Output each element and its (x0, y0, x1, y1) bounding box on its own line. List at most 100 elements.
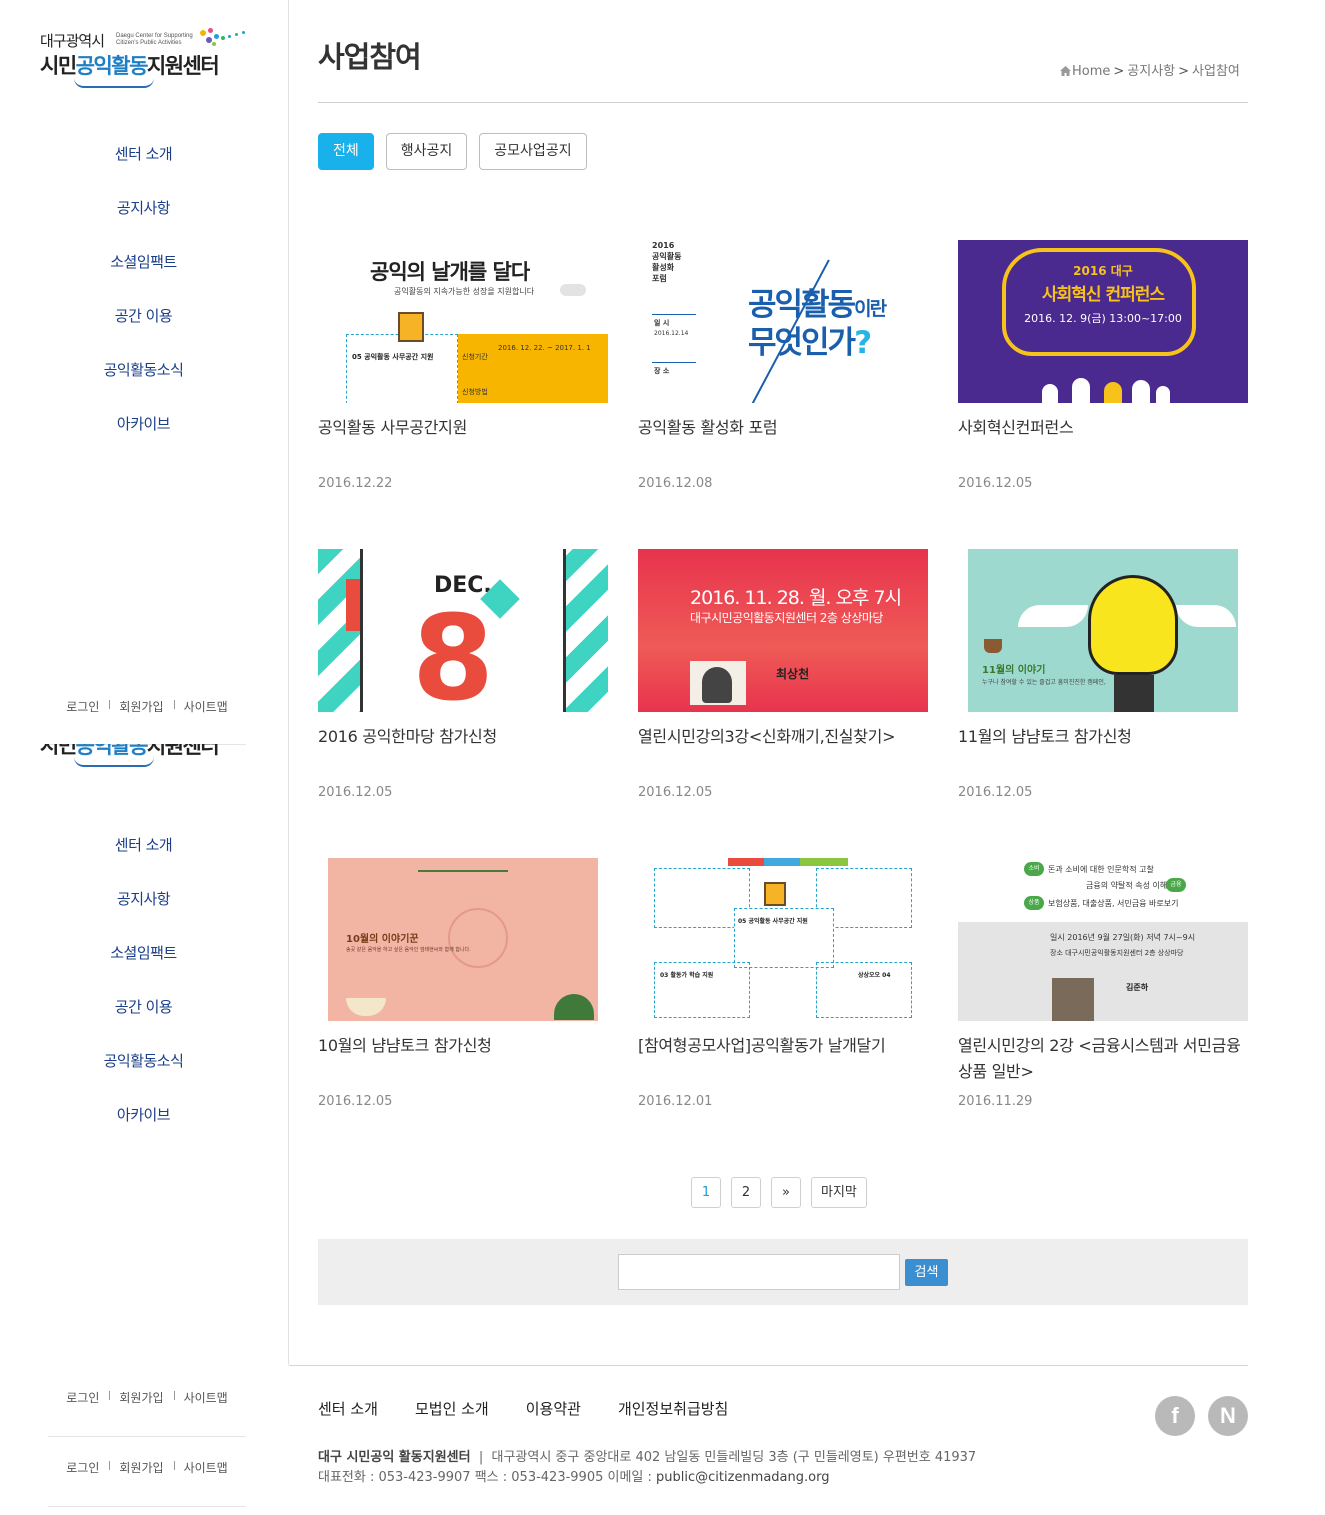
post-date: 2016.12.05 (958, 785, 1033, 800)
footer-address-text: 대구광역시 중구 중앙대로 402 남일동 민들레빌딩 3층 (구 민들레영토)… (491, 1450, 977, 1465)
tab-contest-notice[interactable]: 공모사업공지 (479, 133, 587, 170)
coin-icon: 금융 (1166, 878, 1186, 892)
wing-icon (1018, 605, 1088, 627)
util-links: 로그인 회원가입 사이트맵 (48, 698, 246, 715)
post-thumbnail[interactable]: 2016 대구 사회혁신 컨퍼런스 2016. 12. 9(금) 13:00~1… (958, 240, 1248, 403)
characters-icon (1042, 376, 1172, 403)
post-title[interactable]: 2016 공익한마당 참가신청 (318, 724, 608, 776)
post-thumbnail[interactable]: DEC. 8 (318, 549, 608, 712)
sitemap-link[interactable]: 사이트맵 (173, 698, 238, 715)
sidebar-item-social-impact[interactable]: 소셜임팩트 (0, 235, 287, 289)
signup-link[interactable]: 회원가입 (109, 1459, 173, 1476)
post-title[interactable]: 열린시민강의3강<신화깨기,진실찾기> (638, 724, 928, 776)
post-title[interactable]: 공익활동 활성화 포럼 (638, 415, 928, 467)
signup-link[interactable]: 회원가입 (109, 1389, 173, 1406)
logo-swoosh (74, 78, 154, 88)
post-title[interactable]: 공익활동 사무공간지원 (318, 415, 608, 467)
breadcrumb-home[interactable]: Home (1072, 64, 1110, 79)
category-tabs: 전체 행사공지 공모사업공지 (318, 133, 587, 170)
post-card[interactable]: 11월의 이야기 누구나 참여할 수 있는 즐겁고 흥미진진한 캠페인, 11월… (958, 549, 1248, 800)
sidebar-item-news[interactable]: 공익활동소식 (0, 1034, 287, 1088)
divider (48, 1436, 246, 1437)
footer-link-parent-org[interactable]: 모법인 소개 (415, 1398, 489, 1419)
login-link[interactable]: 로그인 (56, 1389, 109, 1406)
post-thumbnail[interactable]: 공익의 날개를 달다 공익활동의 지속가능한 성장을 지원합니다 05 공익활동… (318, 240, 608, 403)
page-title: 사업참여 (318, 40, 422, 74)
sitemap-link[interactable]: 사이트맵 (173, 1459, 238, 1476)
page-2-button[interactable]: 2 (731, 1177, 761, 1208)
sidebar-item-notice[interactable]: 공지사항 (0, 181, 287, 235)
coin-icon: 소비 (1024, 862, 1044, 876)
post-card[interactable]: DEC. 8 2016 공익한마당 참가신청 2016.12.05 (318, 549, 608, 800)
post-card[interactable]: 10월의 이야기꾼 송곳 같은 음악을 하고 싶은 음악인 엄태현씨와 함께 합… (318, 858, 608, 1109)
divider (48, 1506, 246, 1507)
title-divider (318, 102, 1248, 103)
page-1-button[interactable]: 1 (691, 1177, 721, 1208)
post-thumbnail[interactable]: 11월의 이야기 누구나 참여할 수 있는 즐겁고 흥미진진한 캠페인, (958, 549, 1248, 712)
post-thumbnail[interactable]: 2016. 11. 28. 월. 오후 7시 대구시민공익활동지원센터 2층 상… (638, 549, 928, 712)
next-page-button[interactable]: » (771, 1177, 801, 1208)
tab-all[interactable]: 전체 (318, 133, 374, 170)
login-link[interactable]: 로그인 (56, 1459, 109, 1476)
footer-link-terms[interactable]: 이용약관 (526, 1398, 581, 1419)
footer-org-name: 대구 시민공익 활동지원센터 (318, 1450, 471, 1465)
post-thumbnail[interactable]: 소비 돈과 소비에 대한 인문학적 고찰 금융의 약탈적 속성 이해 금융 상품… (958, 858, 1248, 1021)
post-date: 2016.12.22 (318, 476, 393, 491)
post-title[interactable]: 열린시민강의 2강 <금융시스템과 서민금융 상품 일반> (958, 1033, 1248, 1085)
footer-link-privacy[interactable]: 개인정보취급방침 (618, 1398, 728, 1419)
sitemap-link[interactable]: 사이트맵 (173, 1389, 238, 1406)
post-thumbnail[interactable]: 10월의 이야기꾼 송곳 같은 음악을 하고 싶은 음악인 엄태현씨와 함께 합… (318, 858, 608, 1021)
post-thumbnail[interactable]: 05 공익활동 사무공간 지원 03 활동가 학습 지원 상상오오 04 (638, 858, 928, 1021)
post-card[interactable]: 공익의 날개를 달다 공익활동의 지속가능한 성장을 지원합니다 05 공익활동… (318, 240, 608, 491)
post-date: 2016.12.08 (638, 476, 713, 491)
post-title[interactable]: [참여형공모사업]공익활동가 날개달기 (638, 1033, 928, 1085)
thumb-headline: 공익의 날개를 달다 (370, 260, 530, 284)
search-button[interactable]: 검색 (905, 1259, 948, 1286)
post-title[interactable]: 11월의 냠냠토크 참가신청 (958, 724, 1248, 776)
site-logo[interactable]: 대구광역시 Daegu Center for Supporting Citizen… (40, 26, 250, 92)
post-card[interactable]: 05 공익활동 사무공간 지원 03 활동가 학습 지원 상상오오 04 [참여… (638, 858, 928, 1109)
naver-icon[interactable]: N (1208, 1396, 1248, 1436)
post-title[interactable]: 10월의 냠냠토크 참가신청 (318, 1033, 608, 1085)
post-card[interactable]: 소비 돈과 소비에 대한 인문학적 고찰 금융의 약탈적 속성 이해 금융 상품… (958, 858, 1248, 1109)
post-thumbnail[interactable]: 2016 공익활동 활성화 포럼 일 시 2016.12.14 장 소 공익활동이란 … (638, 240, 928, 403)
login-link[interactable]: 로그인 (56, 698, 109, 715)
footer-links: 센터 소개 모법인 소개 이용약관 개인정보취급방침 (318, 1398, 765, 1419)
facebook-icon[interactable]: f (1155, 1396, 1195, 1436)
sidebar-item-notice[interactable]: 공지사항 (0, 872, 287, 926)
sidebar-item-social-impact[interactable]: 소셜임팩트 (0, 926, 287, 980)
sidebar-item-news[interactable]: 공익활동소식 (0, 343, 287, 397)
post-date: 2016.11.29 (958, 1094, 1033, 1109)
last-page-button[interactable]: 마지막 (811, 1177, 867, 1208)
breadcrumb-notice[interactable]: 공지사항 (1127, 64, 1175, 79)
post-card[interactable]: 2016. 11. 28. 월. 오후 7시 대구시민공익활동지원센터 2층 상… (638, 549, 928, 800)
breadcrumb: Home > 공지사항 > 사업참여 (1060, 60, 1240, 79)
search-input[interactable] (618, 1254, 900, 1290)
sidebar-item-space[interactable]: 공간 이용 (0, 289, 287, 343)
sidebar-item-center-intro[interactable]: 센터 소개 (0, 127, 287, 181)
lightbulb-icon (1088, 575, 1178, 675)
site-logo-duplicate[interactable]: 시민공익활동지원센터 (40, 744, 250, 780)
footer-link-center-intro[interactable]: 센터 소개 (318, 1398, 378, 1419)
sidebar-menu-duplicate: 센터 소개 공지사항 소셜임팩트 공간 이용 공익활동소식 아카이브 (0, 818, 287, 1142)
sidebar-item-center-intro[interactable]: 센터 소개 (0, 818, 287, 872)
logo-dots-icon (198, 26, 248, 50)
cloud-icon (560, 284, 586, 296)
post-date: 2016.12.05 (318, 1094, 393, 1109)
home-icon (1060, 66, 1071, 76)
breadcrumb-current[interactable]: 사업참여 (1192, 64, 1240, 79)
vine-icon (418, 870, 508, 872)
tab-event-notice[interactable]: 행사공지 (385, 133, 468, 170)
calendar-day: 8 (412, 589, 495, 712)
post-date: 2016.12.01 (638, 1094, 713, 1109)
speaker-photo (1052, 978, 1094, 1021)
post-card[interactable]: 2016 공익활동 활성화 포럼 일 시 2016.12.14 장 소 공익활동이란 … (638, 240, 928, 491)
footer-email[interactable]: public@citizenmadang.org (656, 1470, 829, 1485)
sidebar-item-space[interactable]: 공간 이용 (0, 980, 287, 1034)
sidebar-item-archive[interactable]: 아카이브 (0, 1088, 287, 1142)
sidebar-item-archive[interactable]: 아카이브 (0, 397, 287, 451)
signup-link[interactable]: 회원가입 (109, 698, 173, 715)
post-card[interactable]: 2016 대구 사회혁신 컨퍼런스 2016. 12. 9(금) 13:00~1… (958, 240, 1248, 491)
post-date: 2016.12.05 (958, 476, 1033, 491)
post-title[interactable]: 사회혁신컨퍼런스 (958, 415, 1248, 467)
